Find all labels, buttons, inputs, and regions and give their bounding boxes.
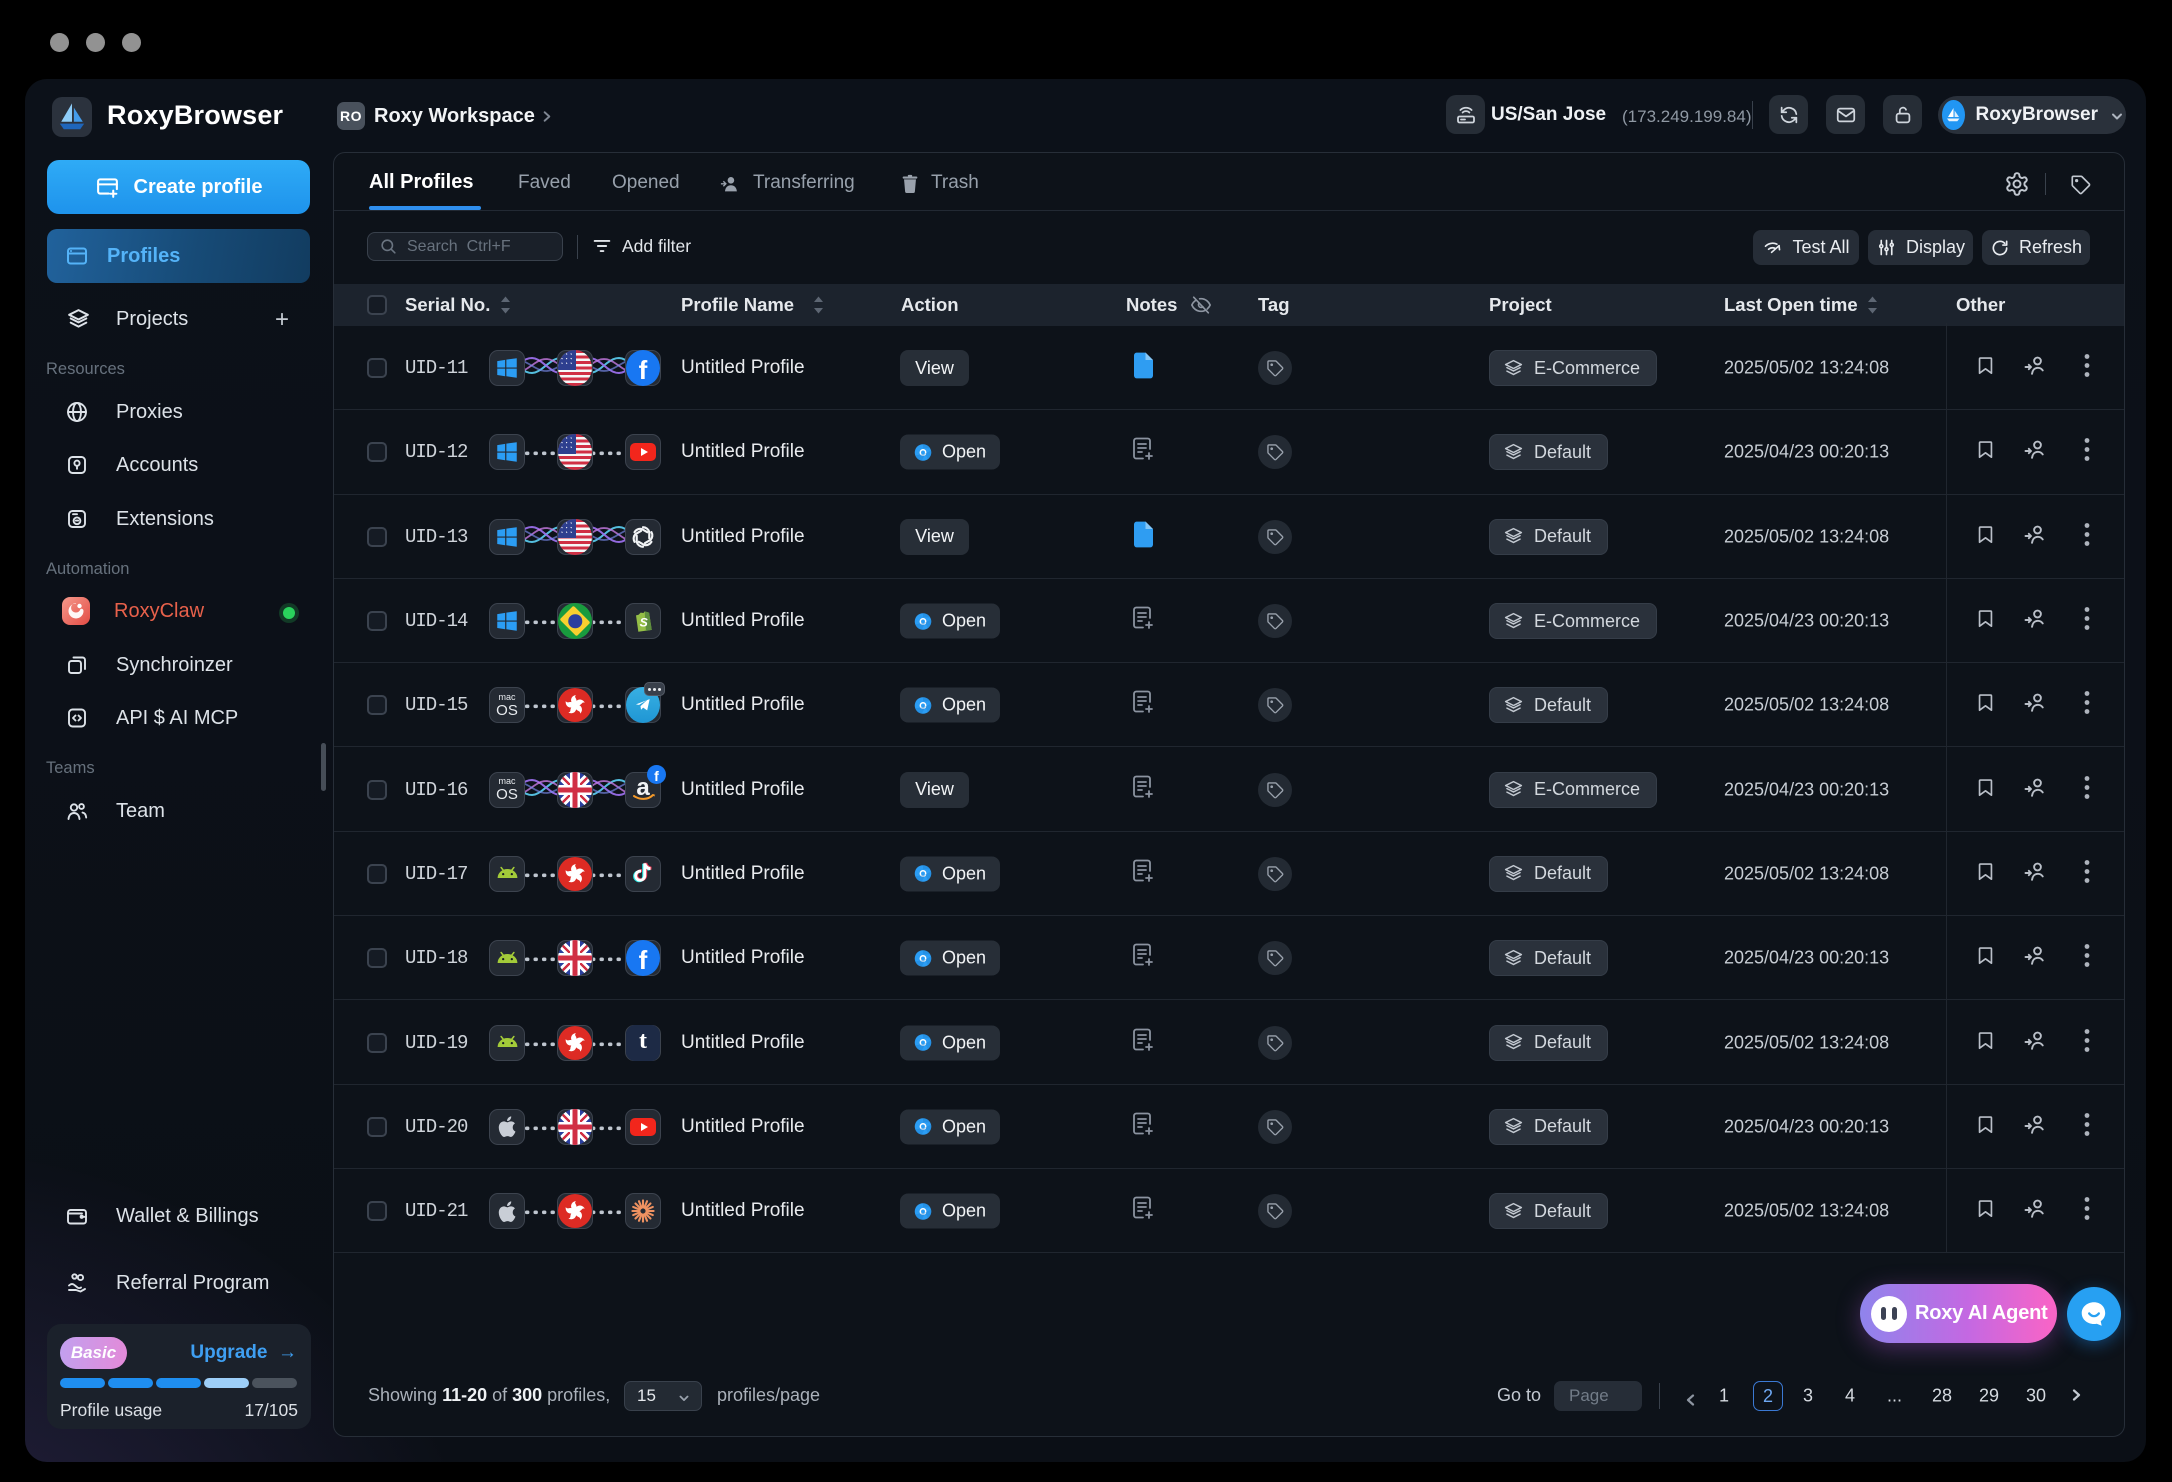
svg-text:S: S: [640, 616, 649, 630]
